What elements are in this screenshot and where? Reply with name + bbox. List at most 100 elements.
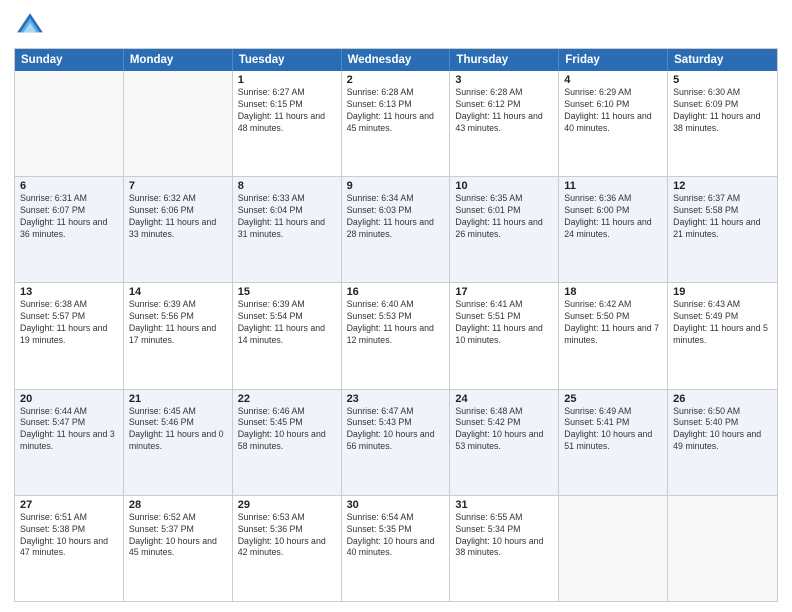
day-cell: 20Sunrise: 6:44 AM Sunset: 5:47 PM Dayli… — [15, 390, 124, 495]
day-info: Sunrise: 6:33 AM Sunset: 6:04 PM Dayligh… — [238, 193, 336, 241]
day-info: Sunrise: 6:51 AM Sunset: 5:38 PM Dayligh… — [20, 512, 118, 560]
day-info: Sunrise: 6:43 AM Sunset: 5:49 PM Dayligh… — [673, 299, 772, 347]
day-header-thursday: Thursday — [450, 49, 559, 71]
day-number: 24 — [455, 393, 553, 405]
day-info: Sunrise: 6:52 AM Sunset: 5:37 PM Dayligh… — [129, 512, 227, 560]
day-number: 3 — [455, 74, 553, 86]
day-headers: SundayMondayTuesdayWednesdayThursdayFrid… — [15, 49, 777, 71]
day-info: Sunrise: 6:42 AM Sunset: 5:50 PM Dayligh… — [564, 299, 662, 347]
day-info: Sunrise: 6:38 AM Sunset: 5:57 PM Dayligh… — [20, 299, 118, 347]
day-number: 18 — [564, 286, 662, 298]
day-cell: 12Sunrise: 6:37 AM Sunset: 5:58 PM Dayli… — [668, 177, 777, 282]
day-info: Sunrise: 6:41 AM Sunset: 5:51 PM Dayligh… — [455, 299, 553, 347]
day-header-saturday: Saturday — [668, 49, 777, 71]
day-cell: 31Sunrise: 6:55 AM Sunset: 5:34 PM Dayli… — [450, 496, 559, 601]
day-info: Sunrise: 6:29 AM Sunset: 6:10 PM Dayligh… — [564, 87, 662, 135]
day-info: Sunrise: 6:28 AM Sunset: 6:13 PM Dayligh… — [347, 87, 445, 135]
calendar: SundayMondayTuesdayWednesdayThursdayFrid… — [14, 48, 778, 602]
day-number: 8 — [238, 180, 336, 192]
day-info: Sunrise: 6:50 AM Sunset: 5:40 PM Dayligh… — [673, 406, 772, 454]
day-cell: 23Sunrise: 6:47 AM Sunset: 5:43 PM Dayli… — [342, 390, 451, 495]
day-number: 22 — [238, 393, 336, 405]
day-cell — [124, 71, 233, 176]
day-number: 2 — [347, 74, 445, 86]
day-cell: 2Sunrise: 6:28 AM Sunset: 6:13 PM Daylig… — [342, 71, 451, 176]
day-info: Sunrise: 6:54 AM Sunset: 5:35 PM Dayligh… — [347, 512, 445, 560]
day-number: 25 — [564, 393, 662, 405]
day-header-monday: Monday — [124, 49, 233, 71]
day-info: Sunrise: 6:39 AM Sunset: 5:56 PM Dayligh… — [129, 299, 227, 347]
day-number: 23 — [347, 393, 445, 405]
day-info: Sunrise: 6:47 AM Sunset: 5:43 PM Dayligh… — [347, 406, 445, 454]
week-row-2: 6Sunrise: 6:31 AM Sunset: 6:07 PM Daylig… — [15, 176, 777, 282]
day-number: 30 — [347, 499, 445, 511]
day-number: 9 — [347, 180, 445, 192]
day-header-friday: Friday — [559, 49, 668, 71]
header — [14, 10, 778, 42]
day-cell: 4Sunrise: 6:29 AM Sunset: 6:10 PM Daylig… — [559, 71, 668, 176]
day-info: Sunrise: 6:34 AM Sunset: 6:03 PM Dayligh… — [347, 193, 445, 241]
day-number: 7 — [129, 180, 227, 192]
day-info: Sunrise: 6:35 AM Sunset: 6:01 PM Dayligh… — [455, 193, 553, 241]
day-info: Sunrise: 6:32 AM Sunset: 6:06 PM Dayligh… — [129, 193, 227, 241]
day-number: 16 — [347, 286, 445, 298]
day-cell: 13Sunrise: 6:38 AM Sunset: 5:57 PM Dayli… — [15, 283, 124, 388]
day-cell: 9Sunrise: 6:34 AM Sunset: 6:03 PM Daylig… — [342, 177, 451, 282]
day-cell: 22Sunrise: 6:46 AM Sunset: 5:45 PM Dayli… — [233, 390, 342, 495]
day-cell: 24Sunrise: 6:48 AM Sunset: 5:42 PM Dayli… — [450, 390, 559, 495]
day-number: 6 — [20, 180, 118, 192]
day-cell: 26Sunrise: 6:50 AM Sunset: 5:40 PM Dayli… — [668, 390, 777, 495]
day-info: Sunrise: 6:28 AM Sunset: 6:12 PM Dayligh… — [455, 87, 553, 135]
day-number: 4 — [564, 74, 662, 86]
day-cell: 14Sunrise: 6:39 AM Sunset: 5:56 PM Dayli… — [124, 283, 233, 388]
page: SundayMondayTuesdayWednesdayThursdayFrid… — [0, 0, 792, 612]
day-number: 26 — [673, 393, 772, 405]
day-number: 31 — [455, 499, 553, 511]
day-cell: 17Sunrise: 6:41 AM Sunset: 5:51 PM Dayli… — [450, 283, 559, 388]
day-cell: 3Sunrise: 6:28 AM Sunset: 6:12 PM Daylig… — [450, 71, 559, 176]
day-number: 10 — [455, 180, 553, 192]
day-number: 14 — [129, 286, 227, 298]
day-cell: 15Sunrise: 6:39 AM Sunset: 5:54 PM Dayli… — [233, 283, 342, 388]
day-info: Sunrise: 6:48 AM Sunset: 5:42 PM Dayligh… — [455, 406, 553, 454]
day-cell: 5Sunrise: 6:30 AM Sunset: 6:09 PM Daylig… — [668, 71, 777, 176]
day-number: 17 — [455, 286, 553, 298]
day-number: 28 — [129, 499, 227, 511]
week-row-1: 1Sunrise: 6:27 AM Sunset: 6:15 PM Daylig… — [15, 71, 777, 176]
day-cell: 16Sunrise: 6:40 AM Sunset: 5:53 PM Dayli… — [342, 283, 451, 388]
day-cell: 10Sunrise: 6:35 AM Sunset: 6:01 PM Dayli… — [450, 177, 559, 282]
day-cell — [668, 496, 777, 601]
day-info: Sunrise: 6:36 AM Sunset: 6:00 PM Dayligh… — [564, 193, 662, 241]
day-cell: 8Sunrise: 6:33 AM Sunset: 6:04 PM Daylig… — [233, 177, 342, 282]
day-cell: 11Sunrise: 6:36 AM Sunset: 6:00 PM Dayli… — [559, 177, 668, 282]
day-cell — [15, 71, 124, 176]
day-info: Sunrise: 6:53 AM Sunset: 5:36 PM Dayligh… — [238, 512, 336, 560]
day-cell: 28Sunrise: 6:52 AM Sunset: 5:37 PM Dayli… — [124, 496, 233, 601]
day-number: 20 — [20, 393, 118, 405]
logo-icon — [14, 10, 46, 42]
day-cell — [559, 496, 668, 601]
day-cell: 25Sunrise: 6:49 AM Sunset: 5:41 PM Dayli… — [559, 390, 668, 495]
day-info: Sunrise: 6:40 AM Sunset: 5:53 PM Dayligh… — [347, 299, 445, 347]
day-cell: 19Sunrise: 6:43 AM Sunset: 5:49 PM Dayli… — [668, 283, 777, 388]
weeks: 1Sunrise: 6:27 AM Sunset: 6:15 PM Daylig… — [15, 71, 777, 601]
day-info: Sunrise: 6:44 AM Sunset: 5:47 PM Dayligh… — [20, 406, 118, 454]
day-header-tuesday: Tuesday — [233, 49, 342, 71]
day-number: 13 — [20, 286, 118, 298]
day-number: 5 — [673, 74, 772, 86]
day-cell: 1Sunrise: 6:27 AM Sunset: 6:15 PM Daylig… — [233, 71, 342, 176]
day-number: 21 — [129, 393, 227, 405]
day-info: Sunrise: 6:45 AM Sunset: 5:46 PM Dayligh… — [129, 406, 227, 454]
day-info: Sunrise: 6:27 AM Sunset: 6:15 PM Dayligh… — [238, 87, 336, 135]
day-info: Sunrise: 6:46 AM Sunset: 5:45 PM Dayligh… — [238, 406, 336, 454]
day-cell: 7Sunrise: 6:32 AM Sunset: 6:06 PM Daylig… — [124, 177, 233, 282]
day-cell: 30Sunrise: 6:54 AM Sunset: 5:35 PM Dayli… — [342, 496, 451, 601]
day-number: 19 — [673, 286, 772, 298]
day-info: Sunrise: 6:31 AM Sunset: 6:07 PM Dayligh… — [20, 193, 118, 241]
day-number: 29 — [238, 499, 336, 511]
day-cell: 27Sunrise: 6:51 AM Sunset: 5:38 PM Dayli… — [15, 496, 124, 601]
day-info: Sunrise: 6:30 AM Sunset: 6:09 PM Dayligh… — [673, 87, 772, 135]
day-number: 27 — [20, 499, 118, 511]
day-number: 11 — [564, 180, 662, 192]
day-cell: 29Sunrise: 6:53 AM Sunset: 5:36 PM Dayli… — [233, 496, 342, 601]
